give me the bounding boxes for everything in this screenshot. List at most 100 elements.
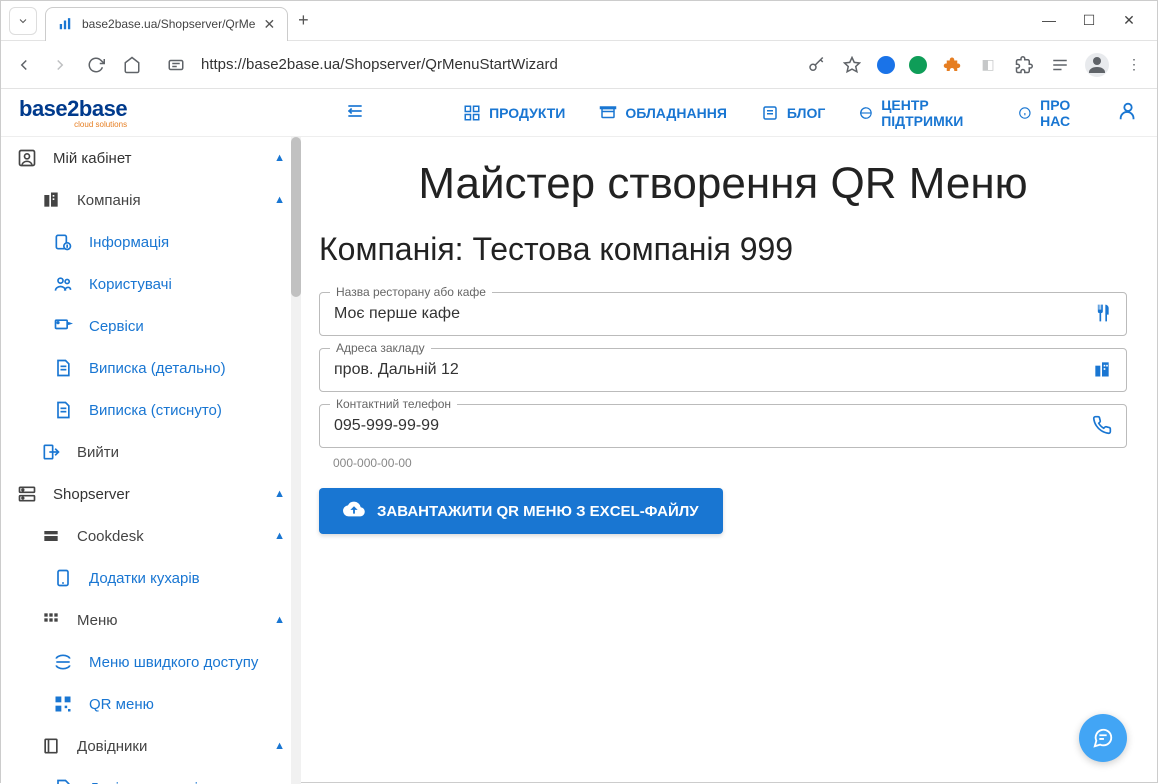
sidebar-item-cookdesk[interactable]: Cookdesk ▲ xyxy=(1,515,301,557)
chevron-up-icon: ▲ xyxy=(274,488,285,500)
minimize-button[interactable]: — xyxy=(1039,12,1059,29)
sidebar-item-services[interactable]: Сервіси xyxy=(1,305,301,347)
logo[interactable]: base2base cloud solutions xyxy=(19,96,127,129)
browser-toolbar: https://base2base.ua/Shopserver/QrMenuSt… xyxy=(1,41,1157,89)
field-label: Назва ресторану або кафе xyxy=(330,285,492,299)
logout-icon xyxy=(41,442,61,462)
tab-title: base2base.ua/Shopserver/QrMe xyxy=(82,17,255,31)
building-icon xyxy=(1092,359,1112,382)
app-header: base2base cloud solutions ПРОДУКТИ ОБЛАД… xyxy=(1,89,1157,137)
sidebar-item-logout[interactable]: Вийти xyxy=(1,431,301,473)
document-icon xyxy=(53,358,73,378)
home-button[interactable] xyxy=(121,54,143,76)
account-box-icon xyxy=(17,148,37,168)
site-info-icon[interactable] xyxy=(165,54,187,76)
sidebar-item-menu[interactable]: Меню ▲ xyxy=(1,599,301,641)
tablet-icon xyxy=(53,568,73,588)
sidebar-item-qr-menu[interactable]: QR меню xyxy=(1,683,301,725)
page-subtitle: Компанія: Тестова компанія 999 xyxy=(319,231,1127,268)
profile-avatar[interactable] xyxy=(1085,53,1109,77)
nav-products[interactable]: ПРОДУКТИ xyxy=(463,104,565,122)
phone-field[interactable]: Контактний телефон xyxy=(319,404,1127,448)
qr-icon xyxy=(53,694,73,714)
chevron-up-icon: ▲ xyxy=(274,740,285,752)
document-icon xyxy=(53,400,73,420)
field-label: Адреса закладу xyxy=(330,341,431,355)
reading-list-icon[interactable] xyxy=(1049,54,1071,76)
sidebar-item-company[interactable]: Компанія ▲ xyxy=(1,179,301,221)
sidebar-item-cabinet[interactable]: Мій кабінет ▲ xyxy=(1,137,301,179)
bookmark-icon[interactable] xyxy=(841,54,863,76)
extension-icon[interactable] xyxy=(877,56,895,74)
address-input[interactable] xyxy=(334,361,1078,379)
restaurant-name-field[interactable]: Назва ресторану або кафе xyxy=(319,292,1127,336)
sidebar-item-users[interactable]: Користувачі xyxy=(1,263,301,305)
maximize-button[interactable]: ☐ xyxy=(1079,12,1099,29)
browser-tab[interactable]: base2base.ua/Shopserver/QrMe ✕ xyxy=(45,7,288,41)
close-window-button[interactable]: ✕ xyxy=(1119,12,1139,29)
users-icon xyxy=(53,274,73,294)
building-icon xyxy=(41,190,61,210)
phone-input[interactable] xyxy=(334,417,1078,435)
sidebar-item-goods-dir[interactable]: Довідник товарів xyxy=(1,767,301,784)
chevron-up-icon: ▲ xyxy=(274,530,285,542)
key-icon[interactable] xyxy=(805,54,827,76)
services-icon xyxy=(53,316,73,336)
book-icon xyxy=(41,736,61,756)
close-icon[interactable]: ✕ xyxy=(263,16,275,33)
cookdesk-icon xyxy=(41,526,61,546)
grid-icon xyxy=(41,610,61,630)
sidebar-item-quick-menu[interactable]: Меню швидкого доступу xyxy=(1,641,301,683)
scrollbar-thumb[interactable] xyxy=(291,137,301,297)
sidebar-item-statement-short[interactable]: Виписка (стиснуто) xyxy=(1,389,301,431)
restaurant-name-input[interactable] xyxy=(334,305,1078,323)
nav-equipment[interactable]: ОБЛАДНАННЯ xyxy=(599,104,727,122)
upload-excel-button[interactable]: ЗАВАНТАЖИТИ QR МЕНЮ З EXCEL-ФАЙЛУ xyxy=(319,488,723,534)
bar-chart-icon xyxy=(58,16,74,32)
nav-support[interactable]: ЦЕНТР ПІДТРИМКИ xyxy=(859,97,984,129)
phone-hint: 000-000-00-00 xyxy=(333,456,1127,470)
reload-button[interactable] xyxy=(85,54,107,76)
restaurant-icon xyxy=(1092,303,1112,326)
address-bar[interactable]: https://base2base.ua/Shopserver/QrMenuSt… xyxy=(201,56,558,73)
account-icon[interactable] xyxy=(1117,100,1139,125)
new-tab-button[interactable]: + xyxy=(298,10,309,31)
server-icon xyxy=(17,484,37,504)
phone-icon xyxy=(1092,415,1112,438)
sidebar-item-shopserver[interactable]: Shopserver ▲ xyxy=(1,473,301,515)
sidebar: Мій кабінет ▲ Компанія ▲ Інформація Кори… xyxy=(1,137,301,784)
address-field[interactable]: Адреса закладу xyxy=(319,348,1127,392)
document-icon xyxy=(53,778,73,784)
main-layout: Мій кабінет ▲ Компанія ▲ Інформація Кори… xyxy=(1,137,1157,784)
logo-subtitle: cloud solutions xyxy=(19,120,127,129)
burger-icon xyxy=(53,652,73,672)
url-text: https://base2base.ua/Shopserver/QrMenuSt… xyxy=(201,56,558,73)
top-nav: ПРОДУКТИ ОБЛАДНАННЯ БЛОГ ЦЕНТР ПІДТРИМКИ… xyxy=(463,97,1089,129)
page-title: Майстер створення QR Меню xyxy=(319,159,1127,209)
field-label: Контактний телефон xyxy=(330,397,457,411)
content-area: Майстер створення QR Меню Компанія: Тест… xyxy=(301,137,1157,784)
sidebar-toggle-button[interactable] xyxy=(345,101,365,124)
chevron-up-icon: ▲ xyxy=(274,194,285,206)
more-icon[interactable]: ⋮ xyxy=(1123,54,1145,76)
chevron-up-icon: ▲ xyxy=(274,152,285,164)
extensions-button[interactable] xyxy=(1013,54,1035,76)
window-controls: — ☐ ✕ xyxy=(1039,12,1157,29)
sidebar-item-statement-detail[interactable]: Виписка (детально) xyxy=(1,347,301,389)
sidebar-item-directories[interactable]: Довідники ▲ xyxy=(1,725,301,767)
nav-blog[interactable]: БЛОГ xyxy=(761,104,825,122)
chevron-up-icon: ▲ xyxy=(274,614,285,626)
cloud-upload-icon xyxy=(343,498,365,524)
forward-button[interactable] xyxy=(49,54,71,76)
sidebar-item-cook-apps[interactable]: Додатки кухарів xyxy=(1,557,301,599)
back-button[interactable] xyxy=(13,54,35,76)
info-badge-icon xyxy=(53,232,73,252)
sidebar-item-information[interactable]: Інформація xyxy=(1,221,301,263)
browser-tab-strip: base2base.ua/Shopserver/QrMe ✕ + — ☐ ✕ xyxy=(1,1,1157,41)
extension-icon[interactable] xyxy=(909,56,927,74)
extension-icon[interactable]: ◧ xyxy=(977,54,999,76)
tab-list-dropdown[interactable] xyxy=(9,7,37,35)
chat-fab[interactable] xyxy=(1079,714,1127,762)
extension-icon[interactable] xyxy=(941,54,963,76)
nav-about[interactable]: ПРО НАС xyxy=(1018,97,1089,129)
